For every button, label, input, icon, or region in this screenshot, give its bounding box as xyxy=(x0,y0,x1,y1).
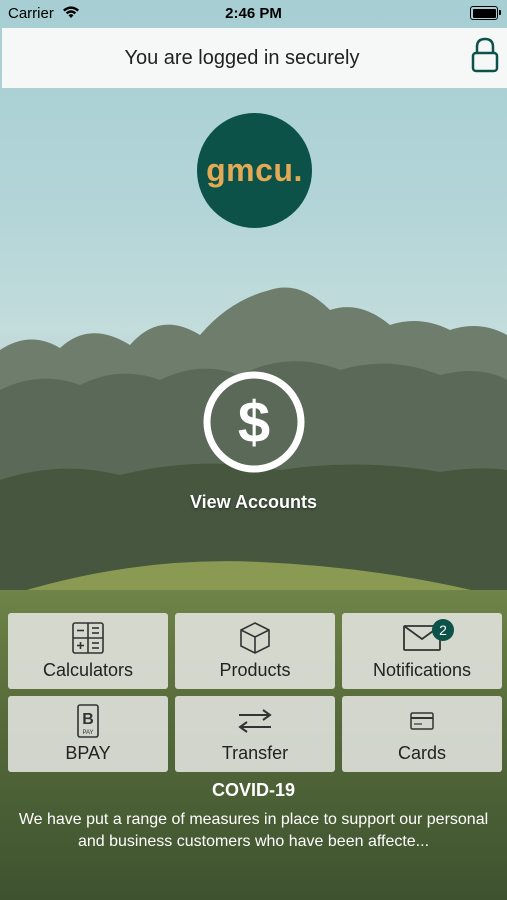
notification-count-badge: 2 xyxy=(432,619,454,641)
cards-button[interactable]: Cards xyxy=(342,696,502,772)
products-label: Products xyxy=(219,660,291,680)
notifications-button[interactable]: 2 Notifications xyxy=(342,613,502,689)
covid-notice[interactable]: COVID-19 We have put a range of measures… xyxy=(0,780,507,853)
dollar-icon: $ xyxy=(203,371,305,473)
svg-text:$: $ xyxy=(238,390,270,455)
cards-label: Cards xyxy=(397,743,446,763)
card-icon xyxy=(410,712,434,730)
covid-title: COVID-19 xyxy=(211,780,296,800)
lock-icon[interactable] xyxy=(471,37,499,73)
view-accounts-label: View Accounts xyxy=(189,492,318,512)
box-icon xyxy=(240,622,270,654)
battery-icon xyxy=(470,6,501,20)
logo-text: gmcu. xyxy=(206,152,303,188)
transfer-arrows-icon xyxy=(238,709,272,733)
secure-login-text: You are logged in securely xyxy=(124,46,360,69)
products-button[interactable]: Products xyxy=(175,613,335,689)
svg-text:PAY: PAY xyxy=(82,730,93,736)
secure-login-banner: You are logged in securely xyxy=(2,28,507,88)
transfer-label: Transfer xyxy=(221,743,289,763)
status-bar: Carrier 2:46 PM xyxy=(0,0,507,28)
bpay-icon: B PAY xyxy=(77,704,99,738)
notifications-label: Notifications xyxy=(372,660,472,680)
clock: 2:46 PM xyxy=(225,5,282,22)
calculators-label: Calculators xyxy=(42,660,134,680)
bpay-button[interactable]: B PAY BPAY xyxy=(8,696,168,772)
calculators-button[interactable]: Calculators xyxy=(8,613,168,689)
bpay-label: BPAY xyxy=(65,743,111,763)
calculator-icon xyxy=(72,622,104,654)
view-accounts-button[interactable]: $ View Accounts xyxy=(150,368,357,518)
gmcu-logo: gmcu. xyxy=(197,113,312,228)
transfer-button[interactable]: Transfer xyxy=(175,696,335,772)
svg-text:B: B xyxy=(82,711,94,728)
covid-body: We have put a range of measures in place… xyxy=(18,811,489,850)
